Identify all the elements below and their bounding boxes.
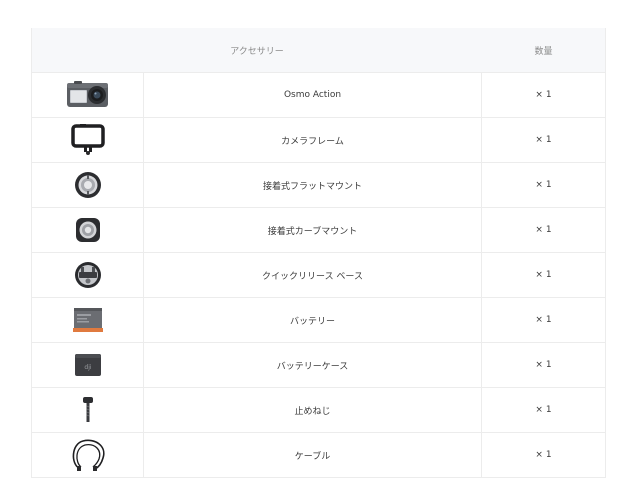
table-row: クイックリリース ベース × 1: [32, 252, 605, 297]
table-header: アクセサリー 数量: [32, 28, 605, 72]
item-image-cell: [32, 298, 144, 342]
table-row: Osmo Action × 1: [32, 72, 605, 117]
cable-icon: [69, 438, 107, 472]
item-quantity: × 1: [535, 450, 552, 460]
table-row: 接着式フラットマウント × 1: [32, 162, 605, 207]
item-name: 接着式フラットマウント: [144, 163, 482, 207]
table-row: バッテリー × 1: [32, 297, 605, 342]
item-image-cell: [32, 208, 144, 252]
item-quantity: × 1: [535, 180, 552, 190]
item-image-cell: [32, 433, 144, 477]
curved-mount-icon: [72, 215, 104, 245]
item-image-cell: [32, 118, 144, 162]
header-accessory: アクセサリー: [230, 46, 284, 57]
item-image-cell: [32, 253, 144, 297]
item-image-cell: [32, 73, 144, 117]
battery-case-icon: dji: [73, 352, 103, 378]
item-name: クイックリリース ベース: [144, 253, 482, 297]
item-name: バッテリーケース: [144, 343, 482, 387]
item-image-cell: [32, 388, 144, 432]
item-name: 接着式カーブマウント: [144, 208, 482, 252]
item-quantity: × 1: [535, 90, 552, 100]
table-row: dji バッテリーケース × 1: [32, 342, 605, 387]
item-quantity: × 1: [535, 315, 552, 325]
item-quantity: × 1: [535, 405, 552, 415]
item-name: バッテリー: [144, 298, 482, 342]
table-row: 接着式カーブマウント × 1: [32, 207, 605, 252]
item-name: Osmo Action: [144, 73, 482, 117]
camera-frame-icon: [70, 123, 106, 157]
item-quantity: × 1: [535, 360, 552, 370]
item-quantity: × 1: [535, 135, 552, 145]
item-image-cell: [32, 163, 144, 207]
quick-release-base-icon: [72, 259, 104, 291]
flat-mount-icon: [72, 169, 104, 201]
item-name: 止めねじ: [144, 388, 482, 432]
item-quantity: × 1: [535, 270, 552, 280]
camera-icon: [66, 80, 110, 110]
locking-screw-icon: [78, 395, 98, 425]
item-name: ケーブル: [144, 433, 482, 477]
item-image-cell: dji: [32, 343, 144, 387]
battery-icon: [71, 306, 105, 334]
header-quantity: 数量: [534, 46, 553, 57]
table-row: カメラフレーム × 1: [32, 117, 605, 162]
svg-text:dji: dji: [84, 364, 91, 371]
table-row: ケーブル × 1: [32, 432, 605, 477]
item-name: カメラフレーム: [144, 118, 482, 162]
table-row: 止めねじ × 1: [32, 387, 605, 432]
accessories-table: アクセサリー 数量 Osmo Action × 1 カメラフレーム × 1 接着…: [31, 28, 606, 478]
item-quantity: × 1: [535, 225, 552, 235]
